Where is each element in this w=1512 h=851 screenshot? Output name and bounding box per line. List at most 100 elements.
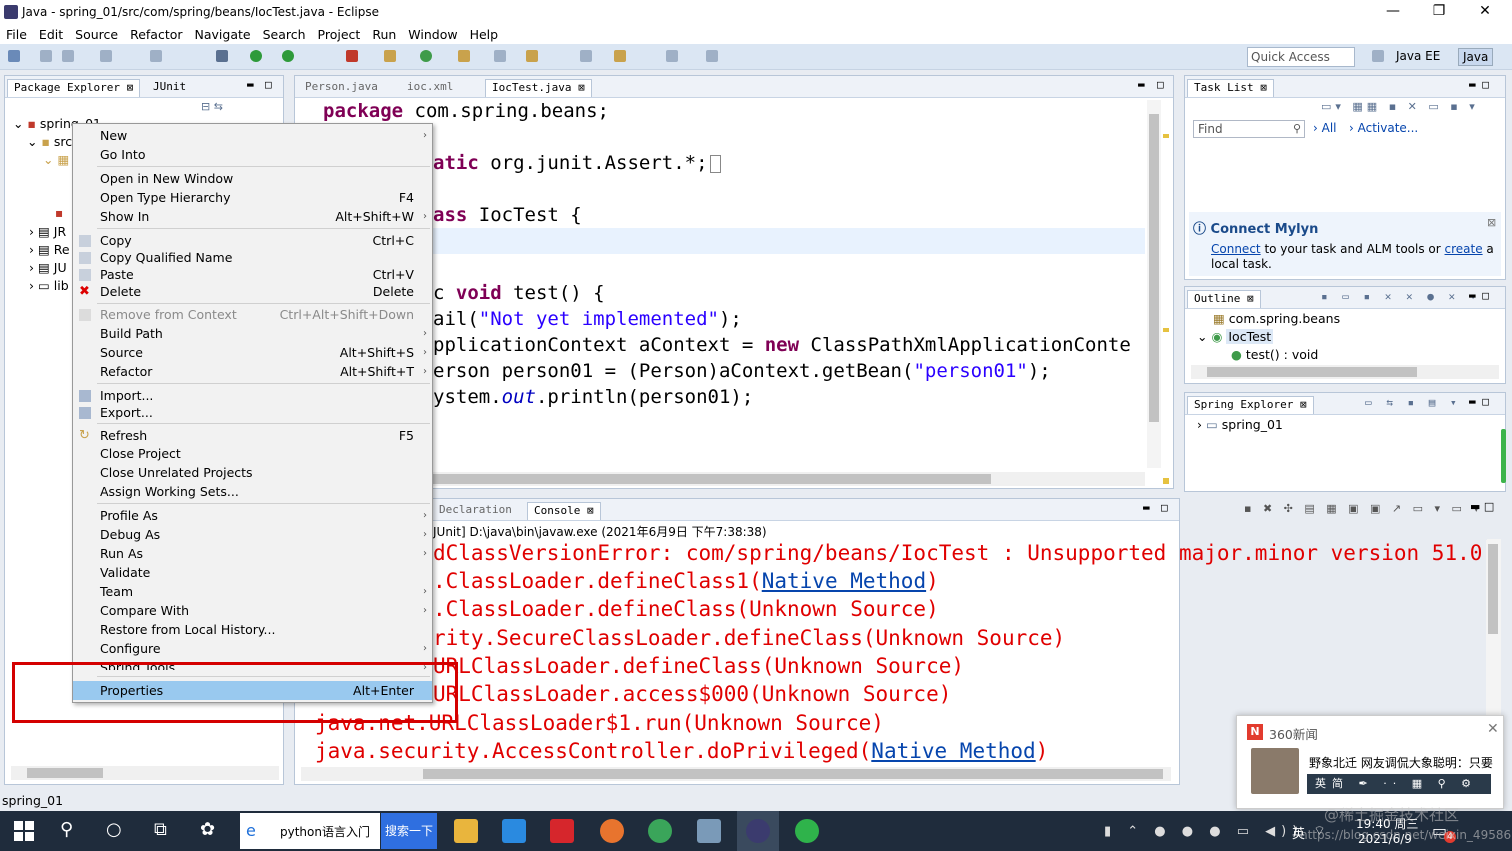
hscroll-thumb[interactable]	[27, 768, 103, 778]
run-external-icon[interactable]	[282, 50, 294, 62]
tree-referenced[interactable]: › ▤ Re	[29, 242, 70, 257]
console-vscroll-thumb[interactable]	[1488, 544, 1498, 634]
new-icon[interactable]	[8, 50, 20, 62]
news-thumbnail[interactable]	[1251, 748, 1299, 794]
menu-item-export[interactable]: Export...	[73, 403, 432, 422]
tree-xml-icon[interactable]: ▪	[55, 206, 63, 220]
app-landscape-icon[interactable]	[697, 819, 721, 843]
menu-run[interactable]: Run	[366, 27, 402, 42]
menu-item-build-path[interactable]: Build Path ›	[73, 324, 432, 343]
spring-toolbar[interactable]: ▭ ⇆ ▪ ▤ ▾	[1365, 396, 1461, 409]
ime-simplified[interactable]: 简	[1332, 777, 1349, 790]
tab-person-java[interactable]: Person.java	[299, 79, 384, 97]
outline-package[interactable]: ▦ com.spring.beans	[1213, 311, 1340, 326]
perspective-java-ee[interactable]: Java EE	[1392, 48, 1444, 66]
ime-english[interactable]: 英	[1315, 777, 1332, 790]
menu-navigate[interactable]: Navigate	[189, 27, 257, 42]
mylyn-close-icon[interactable]: ⊠	[1487, 216, 1496, 229]
menu-item-go-into[interactable]: Go Into	[73, 145, 432, 164]
editor-minimize-icon[interactable]: ▬	[1138, 78, 1145, 91]
menu-help[interactable]: Help	[464, 27, 505, 42]
code-line-1[interactable]: package com.spring.beans;	[323, 100, 609, 122]
ime-toolbar[interactable]: 英简 ✒ ·· ▦ ⚲ ⚙	[1307, 774, 1491, 794]
tab-console[interactable]: Console ⊠	[527, 502, 601, 520]
app-icon[interactable]: ✿	[200, 819, 215, 840]
new-java-project-icon[interactable]	[384, 50, 396, 62]
run-icon[interactable]	[250, 50, 262, 62]
cortana-icon[interactable]: ○	[106, 819, 122, 840]
menu-item-profile-as[interactable]: Profile As ›	[73, 506, 432, 525]
outline-minimize-icon[interactable]: ▬ □	[1469, 289, 1489, 302]
spring-project-item[interactable]: › ▭ spring_01	[1197, 417, 1283, 432]
chrome-icon[interactable]	[648, 819, 672, 843]
outline-hscroll-thumb[interactable]	[1207, 367, 1417, 377]
console-view-minimize-icon[interactable]: ▬ □	[1470, 500, 1494, 513]
menu-item-source[interactable]: Source Alt+Shift+S ›	[73, 343, 432, 362]
debug-icon[interactable]	[216, 50, 228, 62]
search-icon[interactable]	[494, 50, 506, 62]
save-icon[interactable]	[40, 50, 52, 62]
task-view-icon[interactable]: ⧉	[154, 819, 167, 840]
console-hscroll-thumb[interactable]	[423, 769, 1163, 779]
new-class-icon[interactable]	[420, 50, 432, 62]
tab-ioc-xml[interactable]: ioc.xml	[401, 79, 459, 97]
perspective-java[interactable]: Java	[1458, 48, 1494, 66]
open-task-icon[interactable]	[526, 50, 538, 62]
menu-item-assign-working-sets[interactable]: Assign Working Sets...	[73, 482, 432, 501]
menu-item-refactor[interactable]: Refactor Alt+Shift+T ›	[73, 362, 432, 381]
menu-item-delete[interactable]: ✖ Delete Delete	[73, 282, 432, 301]
open-type-icon[interactable]	[458, 50, 470, 62]
menu-item-new[interactable]: New ›	[73, 126, 432, 145]
menu-item-debug-as[interactable]: Debug As ›	[73, 525, 432, 544]
tree-package[interactable]: ⌄ ▦	[43, 152, 69, 167]
menu-item-remove-from-context[interactable]: Remove from Context Ctrl+Alt+Shift+Down	[73, 305, 432, 324]
menu-item-open-new-window[interactable]: Open in New Window	[73, 169, 432, 188]
firefox-icon[interactable]	[600, 819, 624, 843]
menu-project[interactable]: Project	[312, 27, 367, 42]
app-red-icon[interactable]	[550, 819, 574, 843]
eclipse-taskbar-active[interactable]	[737, 811, 779, 851]
windows-start-icon[interactable]	[14, 821, 34, 841]
tab-package-explorer[interactable]: Package Explorer ⊠	[7, 79, 141, 97]
task-toolbar[interactable]: ▭▾ ▦▦ ▪ ✕ ▭ ▪ ▾	[1321, 100, 1479, 113]
menu-item-compare-with[interactable]: Compare With ›	[73, 601, 432, 620]
build-icon[interactable]	[150, 50, 162, 62]
tab-declaration[interactable]: Declaration	[433, 502, 518, 520]
task-activate-link[interactable]: › Activate...	[1349, 121, 1418, 135]
menu-item-configure[interactable]: Configure ›	[73, 639, 432, 658]
outline-class[interactable]: ⌄ ◉ IocTest	[1197, 329, 1274, 344]
tab-junit[interactable]: JUnit	[147, 79, 192, 97]
outline-hscroll[interactable]	[1191, 365, 1499, 379]
menu-item-team[interactable]: Team ›	[73, 582, 432, 601]
native-method-link[interactable]: Native Method	[871, 739, 1035, 763]
open-perspective-icon[interactable]	[1372, 50, 1384, 62]
mylyn-connect-link[interactable]: Connect	[1211, 242, 1261, 256]
code-line-2[interactable]: atic org.junit.Assert.*;	[433, 152, 721, 174]
tab-task-list[interactable]: Task List ⊠	[1187, 79, 1274, 97]
search-icon[interactable]: ⚲	[60, 819, 73, 840]
menu-item-restore-history[interactable]: Restore from Local History...	[73, 620, 432, 639]
minimize-button[interactable]: —	[1370, 0, 1416, 24]
native-method-link[interactable]: Native Method	[762, 569, 926, 593]
task-all-link[interactable]: › All	[1313, 121, 1337, 135]
forward-icon[interactable]	[666, 50, 678, 62]
file-explorer-icon[interactable]	[454, 819, 478, 843]
code-line-3[interactable]: ass IocTest {	[433, 204, 582, 226]
menu-refactor[interactable]: Refactor	[124, 27, 188, 42]
code-line-5[interactable]: ail("Not yet implemented");	[433, 308, 742, 330]
task-minimize-icon[interactable]: ▬ □	[1469, 78, 1489, 91]
menu-edit[interactable]: Edit	[33, 27, 69, 42]
tab-outline[interactable]: Outline ⊠	[1187, 290, 1261, 308]
menu-item-validate[interactable]: Validate	[73, 563, 432, 582]
editor-vscroll-thumb[interactable]	[1149, 114, 1159, 422]
task-find-input[interactable]: Find ⚲	[1193, 120, 1305, 138]
editor-maximize-icon[interactable]: □	[1157, 78, 1164, 91]
menu-item-refresh[interactable]: ↻ Refresh F5	[73, 426, 432, 445]
maximize-button[interactable]: ❐	[1416, 0, 1462, 24]
tab-ioctest-java[interactable]: IocTest.java ⊠	[485, 79, 592, 97]
menu-search[interactable]: Search	[257, 27, 312, 42]
tree-lib[interactable]: › ▭ lib	[29, 278, 69, 293]
outline-toolbar[interactable]: ▪ ▭ ▪ ✕ ✕ ● ✕ ▾	[1321, 290, 1480, 303]
quick-access-input[interactable]: Quick Access	[1247, 47, 1355, 67]
menu-item-open-type-hierarchy[interactable]: Open Type Hierarchy F4	[73, 188, 432, 207]
